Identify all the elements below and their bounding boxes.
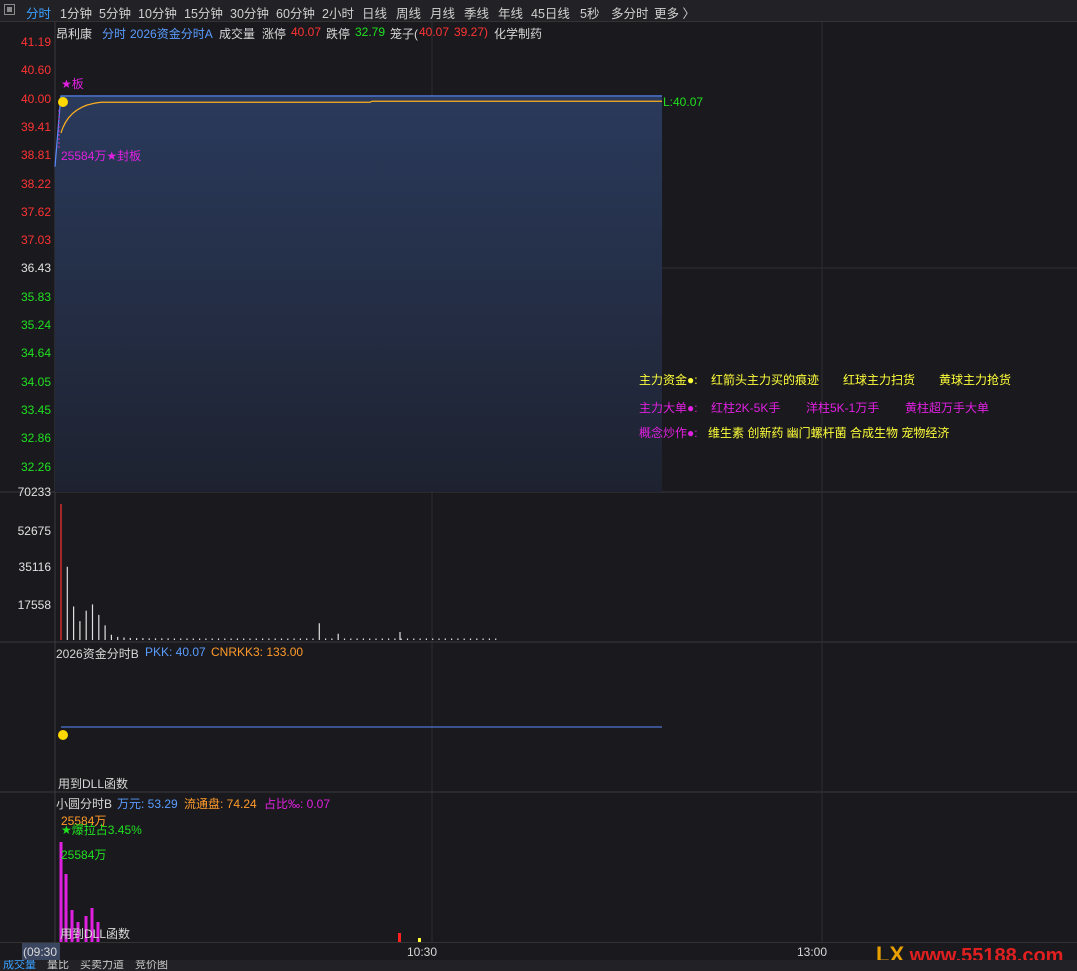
stock-name: 昂利康 — [56, 27, 93, 41]
period-tab-13[interactable]: 45日线 — [531, 3, 570, 22]
panel-c-label-2: ★爆拉占3.45% — [61, 823, 142, 837]
limit-up-value: 40.07 — [291, 25, 322, 39]
period-tab-8[interactable]: 日线 — [362, 3, 387, 22]
legend-item: 红球主力扫货 — [843, 373, 916, 387]
period-tab-14[interactable]: 5秒 — [580, 3, 599, 22]
period-tab-4[interactable]: 15分钟 — [184, 3, 223, 22]
limit-up-label: 涨停 — [262, 27, 287, 41]
limit-down-label: 跌停 — [326, 27, 351, 41]
sector-label[interactable]: 化学制药 — [494, 25, 542, 42]
price-tick-label: 32.86 — [20, 431, 51, 446]
period-tab-15[interactable]: 多分时 — [611, 3, 649, 22]
price-tick-label: 33.45 — [20, 402, 51, 417]
legend-item: 维生素 创新药 幽门螺杆菌 合成生物 宠物经济 — [708, 426, 950, 440]
pkk-marker-dot — [58, 730, 68, 740]
limit-down-value: 32.79 — [355, 25, 386, 39]
legend-item: 红箭头主力买的痕迹 — [711, 373, 820, 387]
period-tab-10[interactable]: 月线 — [430, 3, 455, 22]
period-tab-1[interactable]: 1分钟 — [60, 3, 92, 22]
legend-title: 主力资金●: — [639, 373, 698, 387]
price-tick-label: 34.64 — [20, 346, 51, 361]
panel-b-title: 2026资金分时B — [56, 647, 139, 661]
legend-item: 洋柱5K-1万手 — [806, 401, 880, 415]
price-tick-label: 35.83 — [20, 289, 51, 304]
cage-value-2: 39.27) — [454, 25, 489, 39]
price-tick-label: 38.81 — [20, 148, 51, 163]
time-tick-1030: 10:30 — [407, 945, 438, 959]
panel-title: 分时 — [102, 27, 127, 41]
volume-tick-label: 35116 — [18, 560, 51, 574]
limit-star-label: ★板 — [61, 77, 84, 91]
period-tab-11[interactable]: 季线 — [464, 3, 489, 22]
panel-b-dll-label: 用到DLL函数 — [58, 777, 129, 791]
bottom-tabs: 成交量 量比 买卖力道 竞价图 — [0, 960, 1077, 971]
legend-item: 红柱2K-5K手 — [711, 401, 781, 415]
period-tab-9[interactable]: 周线 — [396, 3, 421, 22]
panel-c-dll-label: 用到DLL函数 — [60, 927, 131, 941]
price-tick-label: 35.24 — [20, 318, 51, 332]
price-tick-label: 39.41 — [20, 119, 51, 134]
seal-amount-label: 25584万★封板 — [61, 149, 142, 163]
price-tick-label: 41.19 — [20, 35, 51, 49]
price-tick-label: 38.22 — [20, 176, 51, 191]
tab-buy-sell-force[interactable]: 买卖力道 — [80, 960, 124, 971]
pct-value: 占比‰: 0.07 — [264, 797, 331, 811]
price-tick-label: 37.62 — [20, 204, 51, 219]
tab-auction-chart[interactable]: 竞价图 — [135, 960, 168, 971]
legend-title: 主力大单●: — [639, 401, 698, 415]
period-tab-0[interactable]: 分时 — [26, 3, 51, 22]
cage-label: 笼子( — [390, 27, 418, 41]
volume-tick-label: 70233 — [17, 485, 51, 499]
legend-item: 黄球主力抢货 — [939, 373, 1012, 387]
cage-value-1: 40.07 — [419, 25, 450, 39]
wan-value: 万元: 53.29 — [117, 797, 178, 811]
period-tab-2[interactable]: 5分钟 — [99, 3, 131, 22]
period-tab-16[interactable]: 更多 〉 — [654, 3, 695, 22]
period-tab-12[interactable]: 年线 — [498, 3, 523, 22]
price-tick-label: 40.60 — [20, 63, 51, 78]
capital-bar — [398, 933, 401, 942]
indicator-name[interactable]: 2026资金分时A — [130, 25, 213, 42]
period-tab-6[interactable]: 60分钟 — [276, 3, 315, 22]
price-tick-label: 37.03 — [20, 233, 51, 248]
volume-tick-label: 17558 — [17, 598, 51, 612]
limit-marker-dot — [58, 97, 68, 107]
legend-title: 概念炒作●: — [639, 426, 698, 440]
period-toolbar: 分时 1分钟 5分钟 10分钟 15分钟 30分钟 60分钟 2小时 日线 周线 月线 季线 年线 45日… — [0, 0, 1077, 22]
tab-volume[interactable]: 成交量 — [3, 960, 36, 971]
cnrkk3-value: CNRKK3: 133.00 — [211, 645, 304, 659]
price-tick-label: 34.05 — [20, 374, 51, 389]
pkk-value: PKK: 40.07 — [145, 645, 206, 659]
legend-item: 黄柱超万手大单 — [905, 401, 990, 415]
layout-icon[interactable] — [4, 4, 15, 15]
chart-area: 昂利康 分时 2026资金分时A 成交量 涨停 40.07 跌停 32.79 笼… — [0, 22, 1077, 942]
volume-tick-label: 52675 — [17, 524, 51, 538]
period-tab-7[interactable]: 2小时 — [322, 3, 354, 22]
period-tab-3[interactable]: 10分钟 — [138, 3, 177, 22]
price-tag: L:40.07 — [663, 95, 704, 109]
price-area-fill — [55, 95, 662, 492]
period-tab-5[interactable]: 30分钟 — [230, 3, 269, 22]
time-tick-start: (09:30 — [23, 945, 58, 959]
float-value: 流通盘: 74.24 — [184, 797, 257, 811]
panel-c-title: 小圆分时B — [56, 797, 113, 811]
volume-label: 成交量 — [219, 27, 256, 41]
time-tick-1300: 13:00 — [797, 945, 828, 959]
price-tick-label: 36.43 — [20, 261, 51, 276]
tab-volume-ratio[interactable]: 量比 — [47, 960, 69, 971]
panel-c-label-3: 25584万 — [61, 848, 107, 862]
price-tick-label: 32.26 — [20, 459, 51, 474]
price-tick-label: 40.00 — [20, 91, 51, 106]
